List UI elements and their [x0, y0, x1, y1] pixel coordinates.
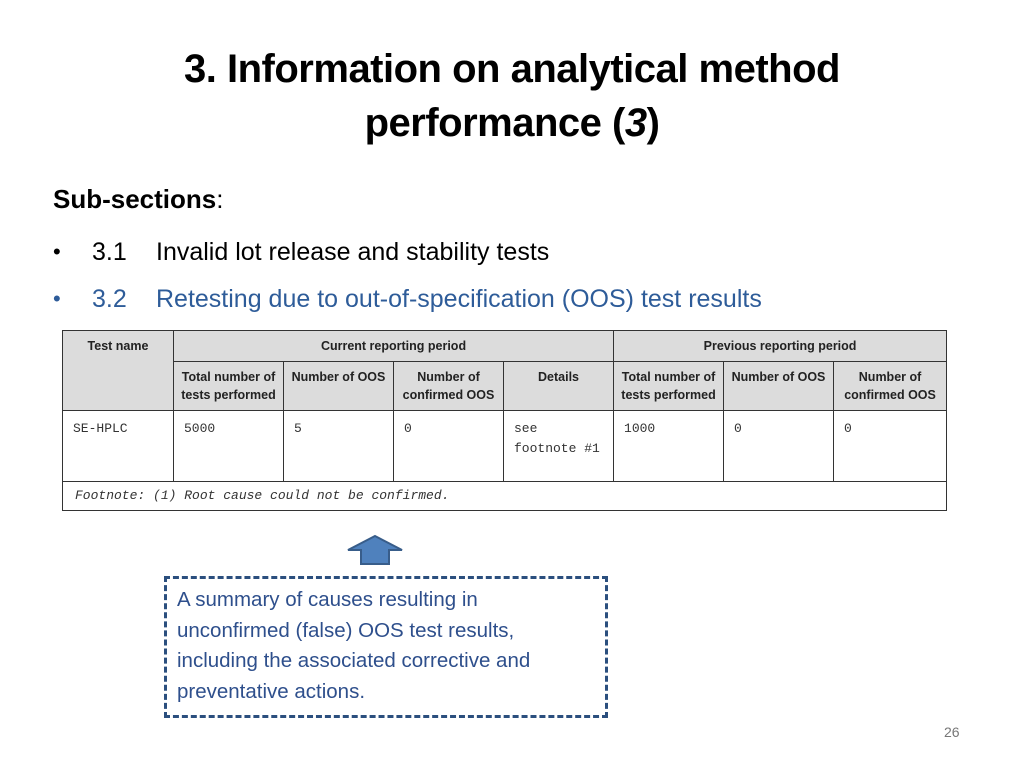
- header-previous-period: Previous reporting period: [613, 330, 948, 362]
- cell-previous-oos: 0: [723, 410, 835, 482]
- title-line-2-italic: 3: [624, 101, 647, 145]
- subsections-label: Sub-sections: [53, 184, 217, 214]
- cell-previous-confirmed-oos: 0: [833, 410, 948, 482]
- subsection-label: Invalid lot release and stability tests: [156, 237, 550, 266]
- header-previous-oos: Number of OOS: [723, 361, 835, 411]
- subsections-colon: :: [216, 184, 224, 214]
- up-arrow-shape: [347, 534, 403, 565]
- header-previous-confirmed-oos: Number of confirmed OOS: [833, 361, 948, 411]
- callout-box: A summary of causes resulting in unconfi…: [164, 576, 608, 718]
- subsection-number: 3.2: [92, 284, 127, 313]
- slide-title: 3. Information on analytical method perf…: [0, 42, 1024, 150]
- table-row: SE-HPLC 5000 5 0 see footnote #1 1000 0 …: [62, 410, 948, 482]
- header-current-total-tests: Total number of tests performed: [173, 361, 284, 411]
- header-current-confirmed-oos: Number of confirmed OOS: [393, 361, 504, 411]
- header-current-details: Details: [502, 361, 615, 411]
- subsection-item-3-2: • 3.2 Retesting due to out-of-specificat…: [53, 275, 762, 322]
- subsection-item-3-1: • 3.1 Invalid lot release and stability …: [53, 228, 762, 275]
- page-number: 26: [944, 724, 960, 740]
- title-line-2: performance (3): [0, 96, 1024, 150]
- title-line-1: 3. Information on analytical method: [184, 47, 840, 91]
- subsection-number: 3.1: [92, 237, 127, 266]
- cell-current-total-tests: 5000: [173, 410, 284, 482]
- cell-current-details: see footnote #1: [502, 410, 615, 482]
- header-current-oos: Number of OOS: [283, 361, 394, 411]
- bullet-icon: •: [53, 238, 61, 264]
- footnote-row: Footnote: (1) Root cause could not be co…: [61, 481, 948, 511]
- cell-previous-total-tests: 1000: [613, 410, 725, 482]
- cell-test-name: SE-HPLC: [62, 410, 174, 482]
- header-previous-total-tests: Total number of tests performed: [613, 361, 725, 411]
- cell-current-confirmed-oos: 0: [393, 410, 504, 482]
- up-arrow-icon: [347, 534, 403, 565]
- title-line-2-prefix: performance (: [364, 101, 626, 145]
- header-test-name: Test name: [62, 330, 174, 411]
- subsection-label: Retesting due to out-of-specification (O…: [156, 284, 762, 313]
- header-current-period: Current reporting period: [172, 330, 615, 362]
- bullet-icon: •: [53, 285, 61, 311]
- subsections-heading: Sub-sections:: [53, 184, 223, 215]
- cell-current-oos: 5: [283, 410, 394, 482]
- oos-table: Test name Current reporting period Previ…: [61, 330, 948, 511]
- table-footnote: Footnote: (1) Root cause could not be co…: [61, 481, 948, 511]
- subsection-list: • 3.1 Invalid lot release and stability …: [53, 228, 762, 322]
- title-line-2-suffix: ): [646, 101, 660, 145]
